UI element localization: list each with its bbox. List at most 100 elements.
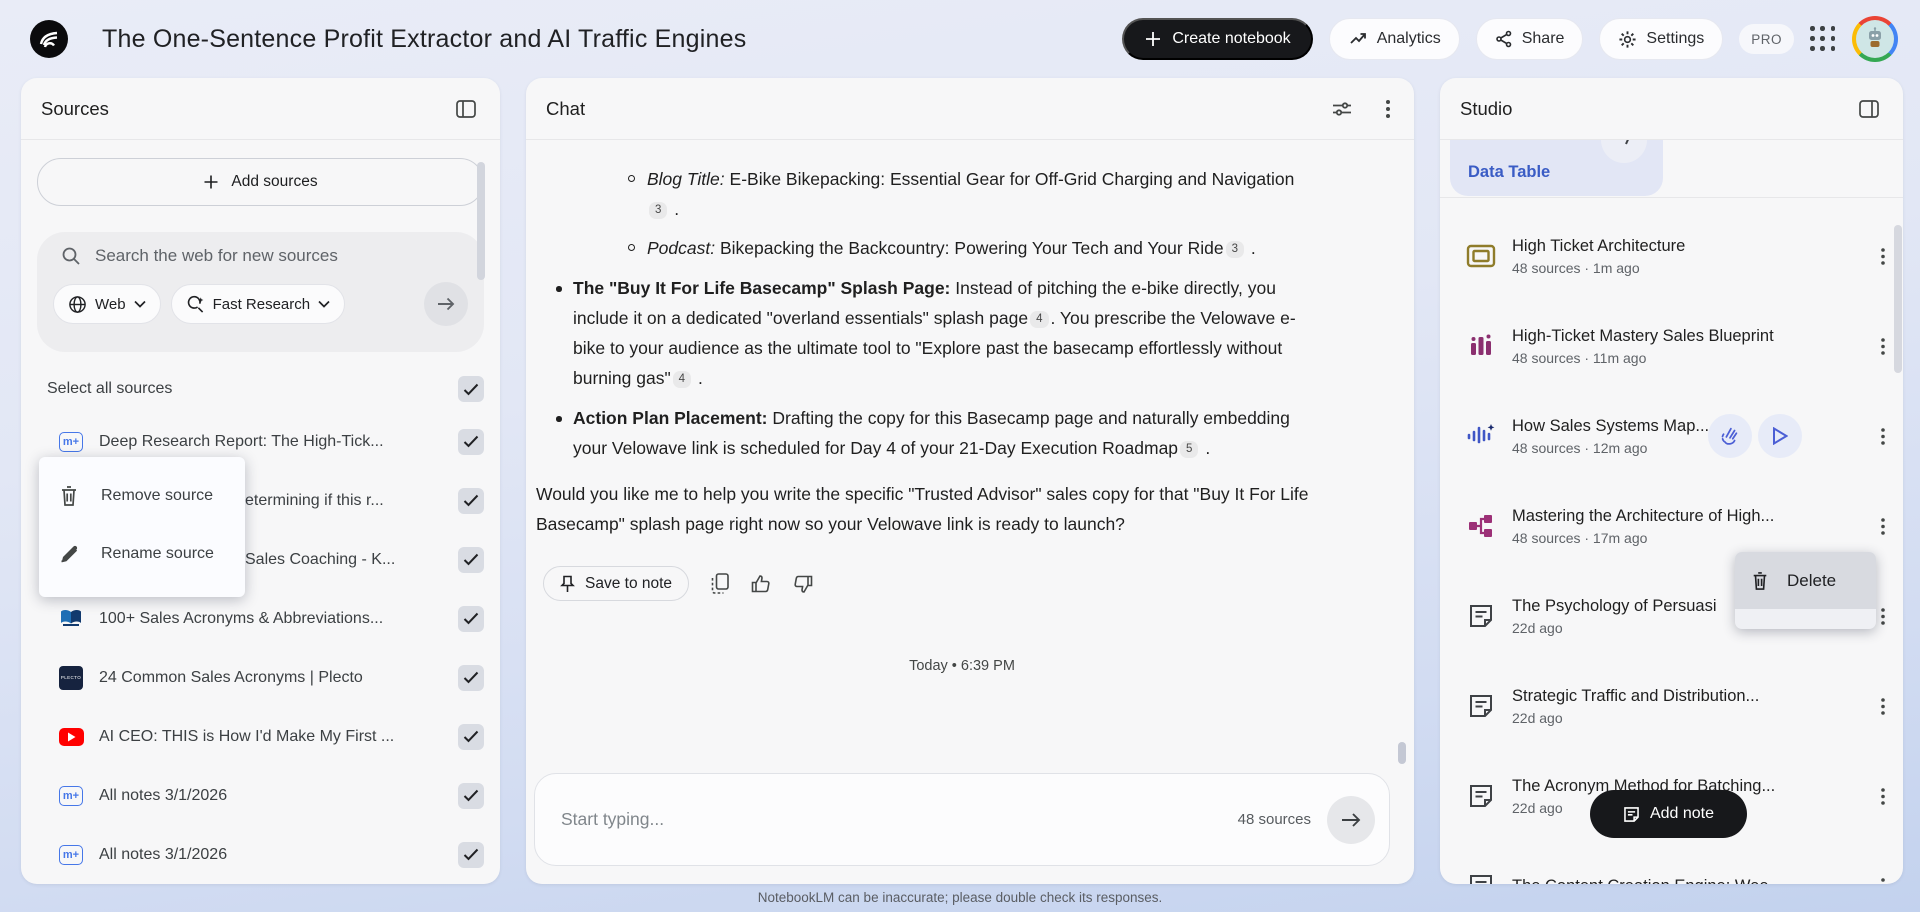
audio-waveform-icon — [1464, 422, 1498, 450]
studio-item-menu-icon[interactable] — [1877, 244, 1889, 269]
data-table-chip: Data Table — [1468, 163, 1551, 181]
data-table-card[interactable]: Data Table — [1450, 140, 1663, 196]
studio-item-menu-icon[interactable] — [1877, 784, 1889, 809]
citation-badge[interactable]: 4 — [1030, 311, 1049, 328]
remove-source-menu-item[interactable]: Remove source — [39, 467, 245, 525]
studio-item-list: High Ticket Architecture 48 sources · 1m … — [1440, 211, 1903, 884]
trash-icon — [1751, 571, 1769, 591]
bar-chart-icon — [1464, 333, 1498, 359]
source-checkbox[interactable] — [458, 782, 484, 809]
web-filter-dropdown[interactable]: Web — [53, 284, 161, 324]
globe-icon — [68, 295, 87, 314]
source-checkbox[interactable] — [458, 546, 484, 573]
source-checkbox[interactable] — [458, 428, 484, 455]
select-all-label: Select all sources — [47, 380, 173, 397]
studio-item-menu-icon[interactable] — [1877, 604, 1889, 629]
avatar[interactable] — [1852, 16, 1898, 62]
studio-item[interactable]: How Sales Systems Map... 48 sources · 12m… — [1440, 391, 1903, 481]
chat-panel: Chat Blog Title: E-Bike Bikepacking: Ess… — [526, 78, 1414, 884]
delete-menu-item[interactable]: Delete — [1735, 552, 1876, 609]
youtube-icon — [58, 727, 84, 746]
studio-item[interactable]: High Ticket Architecture 48 sources · 1m … — [1440, 211, 1903, 301]
studio-item-menu-icon[interactable] — [1877, 514, 1889, 539]
studio-item[interactable]: The Content Creation Engine: Wee... — [1440, 841, 1903, 884]
web-search-card: Web Fast Research — [37, 232, 484, 352]
studio-item-menu-icon[interactable] — [1877, 694, 1889, 719]
interactive-mode-button[interactable] — [1708, 414, 1752, 458]
create-notebook-button[interactable]: Create notebook — [1122, 18, 1313, 60]
studio-panel-title: Studio — [1460, 97, 1513, 119]
source-row[interactable]: 100+ Sales Acronyms & Abbreviations... — [21, 589, 500, 648]
source-checkbox[interactable] — [458, 487, 484, 514]
thumbs-down-icon[interactable] — [793, 574, 813, 594]
studio-item-menu-icon[interactable] — [1877, 874, 1889, 885]
notebooklm-logo-icon[interactable] — [30, 20, 68, 58]
analytics-button[interactable]: Analytics — [1328, 18, 1460, 60]
studio-item-menu-icon[interactable] — [1877, 424, 1889, 449]
sources-scrollbar[interactable] — [477, 162, 485, 280]
citation-badge[interactable]: 3 — [1225, 241, 1244, 258]
flashcards-icon — [1464, 244, 1498, 268]
add-sources-button[interactable]: Add sources — [37, 158, 484, 206]
mind-map-icon — [1464, 513, 1498, 539]
add-note-button[interactable]: Add note — [1590, 790, 1747, 838]
chat-message: Blog Title: E-Bike Bikepacking: Essentia… — [526, 140, 1414, 674]
source-checkbox[interactable] — [458, 841, 484, 868]
select-all-checkbox[interactable] — [458, 376, 484, 402]
book-icon — [58, 608, 84, 630]
research-mode-dropdown[interactable]: Fast Research — [170, 284, 346, 324]
notebook-title[interactable]: The One-Sentence Profit Extractor and AI… — [102, 25, 746, 54]
pin-icon — [560, 575, 575, 593]
plus-icon — [1144, 30, 1162, 48]
studio-item[interactable]: High-Ticket Mastery Sales Blueprint 48 so… — [1440, 301, 1903, 391]
share-button[interactable]: Share — [1475, 18, 1584, 60]
send-button[interactable] — [1327, 795, 1375, 844]
chevron-down-icon — [318, 300, 330, 308]
source-checkbox[interactable] — [458, 664, 484, 691]
studio-scrollbar[interactable] — [1894, 225, 1902, 373]
chat-closing-paragraph: Would you like me to help you write the … — [536, 484, 1309, 534]
fast-research-icon — [186, 295, 205, 314]
citation-badge[interactable]: 3 — [649, 202, 668, 219]
note-icon — [1464, 603, 1498, 629]
source-row[interactable]: PLECTO 24 Common Sales Acronyms | Plecto — [21, 648, 500, 707]
trending-up-icon — [1348, 29, 1368, 49]
play-audio-button[interactable] — [1758, 414, 1802, 458]
settings-button[interactable]: Settings — [1599, 18, 1724, 60]
copy-icon[interactable] — [711, 573, 729, 594]
search-input[interactable] — [95, 246, 455, 266]
notebooklm-note-icon: m+ — [58, 844, 84, 865]
source-row[interactable]: m+ All notes 3/1/2026 — [21, 825, 500, 884]
chat-input[interactable] — [561, 809, 1238, 830]
chat-input-box: 48 sources — [534, 773, 1390, 866]
studio-item[interactable]: Strategic Traffic and Distribution... 22d… — [1440, 661, 1903, 751]
collapse-studio-panel-icon[interactable] — [1855, 96, 1883, 122]
chat-settings-icon[interactable] — [1328, 96, 1356, 122]
plus-icon — [203, 174, 219, 190]
avatar-image — [1856, 20, 1894, 58]
chat-scrollbar[interactable] — [1398, 742, 1406, 764]
collapse-sources-panel-icon[interactable] — [452, 96, 480, 122]
rename-source-menu-item[interactable]: Rename source — [39, 525, 245, 583]
gear-icon — [1618, 30, 1637, 49]
citation-badge[interactable]: 4 — [672, 371, 692, 388]
citation-badge[interactable]: 5 — [1180, 441, 1199, 458]
app-header: The One-Sentence Profit Extractor and AI… — [0, 0, 1920, 78]
edit-data-table-button[interactable] — [1601, 140, 1647, 163]
source-row[interactable]: AI CEO: THIS is How I'd Make My First ..… — [21, 707, 500, 766]
source-checkbox[interactable] — [458, 605, 484, 632]
submit-search-button[interactable] — [424, 282, 468, 326]
pencil-icon — [59, 544, 79, 564]
chat-bullet: Action Plan Placement: Drafting the copy… — [556, 403, 1316, 463]
chat-more-menu-icon[interactable] — [1382, 96, 1394, 122]
source-context-menu: Remove source Rename source — [39, 457, 245, 597]
plecto-favicon: PLECTO — [58, 665, 84, 690]
chat-sub-bullet: Podcast: Bikepacking the Backcountry: Po… — [628, 233, 1316, 263]
google-apps-grid-icon[interactable] — [1810, 26, 1836, 52]
source-checkbox[interactable] — [458, 723, 484, 750]
thumbs-up-icon[interactable] — [751, 574, 771, 594]
studio-item-menu-icon[interactable] — [1877, 334, 1889, 359]
save-to-note-button[interactable]: Save to note — [543, 566, 690, 601]
note-icon — [1464, 783, 1498, 809]
source-row[interactable]: m+ All notes 3/1/2026 — [21, 766, 500, 825]
